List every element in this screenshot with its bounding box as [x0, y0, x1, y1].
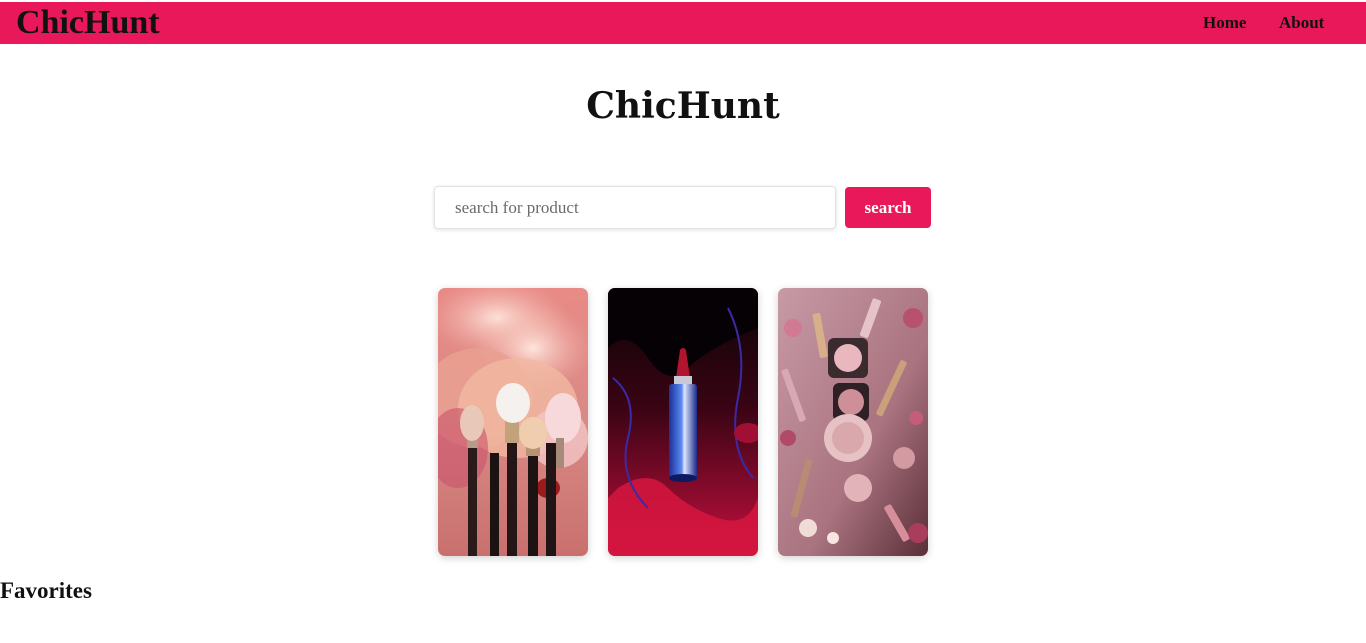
- favorites-heading: Favorites: [0, 578, 92, 603]
- nav-link-about[interactable]: About: [1279, 2, 1324, 44]
- lipstick-image: [608, 288, 758, 556]
- product-card-lipstick[interactable]: [608, 288, 758, 556]
- product-card-cosmetics[interactable]: [778, 288, 928, 556]
- brand-logo[interactable]: ChicHunt: [16, 2, 160, 44]
- search-input[interactable]: [434, 186, 836, 229]
- makeup-brushes-image: [438, 288, 588, 556]
- page-title: ChicHunt: [586, 85, 780, 127]
- navbar: ChicHunt Home About: [0, 2, 1366, 44]
- cosmetics-flatlay-image: [778, 288, 928, 556]
- search-button[interactable]: search: [845, 187, 931, 228]
- nav-link-home[interactable]: Home: [1203, 2, 1246, 44]
- product-card-brushes[interactable]: [438, 288, 588, 556]
